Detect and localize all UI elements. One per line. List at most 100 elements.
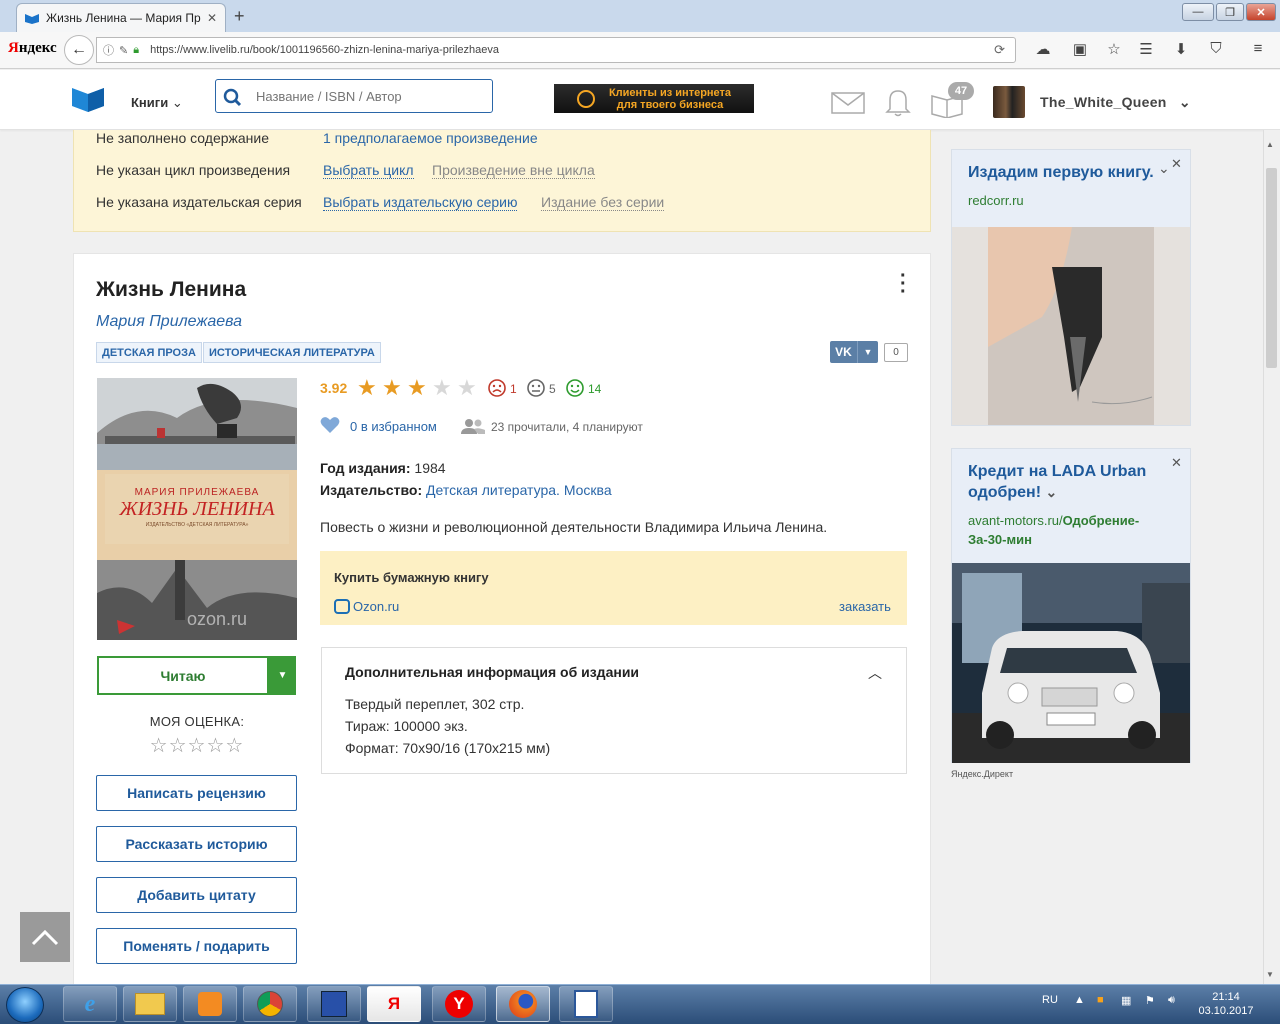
info-icon[interactable]: ⓘ bbox=[103, 42, 114, 58]
scroll-up-icon[interactable]: ▲ bbox=[1266, 140, 1274, 149]
no-series-link[interactable]: Издание без серии bbox=[541, 194, 665, 211]
books-menu[interactable]: Книги ⌄ bbox=[131, 95, 183, 111]
livelib-logo-icon[interactable] bbox=[72, 84, 104, 112]
volume-icon[interactable]: 🔊︎ bbox=[1168, 994, 1175, 1007]
username-menu[interactable]: The_White_Queen ⌄ bbox=[1040, 94, 1191, 111]
negative-review-icon[interactable] bbox=[488, 379, 506, 397]
tray-app-icon[interactable]: ■ bbox=[1097, 994, 1104, 1006]
search-input[interactable] bbox=[256, 88, 476, 104]
yandex-logo[interactable]: Яндекс bbox=[8, 40, 57, 57]
language-indicator[interactable]: RU bbox=[1042, 994, 1058, 1006]
write-review-button[interactable]: Написать рецензию bbox=[96, 775, 297, 811]
reading-status-button[interactable]: Читаю bbox=[97, 656, 269, 695]
taskbar-clock[interactable]: 21:14 03.10.2017 bbox=[1196, 990, 1256, 1018]
scroll-to-top-button[interactable] bbox=[20, 912, 70, 962]
chrome-icon[interactable] bbox=[243, 986, 297, 1022]
ad-domain[interactable]: avant-motors.ru/Одобрение-За-30-мин bbox=[968, 511, 1174, 549]
avatar[interactable] bbox=[993, 86, 1025, 118]
weather-icon[interactable]: ☁ bbox=[1030, 40, 1056, 58]
publisher-link[interactable]: Детская литература. bbox=[426, 482, 560, 498]
neutral-review-icon[interactable] bbox=[527, 379, 545, 397]
reload-icon[interactable]: ⟳ bbox=[994, 42, 1005, 58]
ad-close-icon[interactable]: ✕ bbox=[1171, 455, 1182, 471]
exchange-button[interactable]: Поменять / подарить bbox=[96, 928, 297, 964]
vk-share-button[interactable]: VK ▼ bbox=[830, 341, 878, 363]
tab-close-icon[interactable]: ✕ bbox=[207, 11, 217, 25]
window-close-button[interactable]: ✕ bbox=[1246, 3, 1276, 21]
positive-review-icon[interactable] bbox=[566, 379, 584, 397]
folder-icon bbox=[135, 993, 165, 1015]
favorites-link[interactable]: 0 в избранном bbox=[350, 419, 437, 434]
choose-series-link[interactable]: Выбрать издательскую серию bbox=[323, 194, 518, 211]
lock-icon[interactable]: 🔒︎ bbox=[133, 44, 139, 57]
window-restore-button[interactable]: ❐ bbox=[1216, 3, 1244, 21]
author-link[interactable]: Мария Прилежаева bbox=[96, 313, 242, 331]
bell-icon[interactable] bbox=[881, 87, 915, 117]
genre-tag[interactable]: ДЕТСКАЯ ПРОЗА bbox=[96, 342, 202, 363]
ad-title[interactable]: Кредит на LADA Urban одобрен! ⌄ bbox=[968, 461, 1174, 503]
more-options-icon[interactable]: · · · bbox=[900, 266, 907, 302]
search-box[interactable] bbox=[215, 79, 493, 113]
download-icon[interactable]: ⬇ bbox=[1171, 40, 1191, 58]
notifications-badge[interactable]: 47 bbox=[948, 82, 974, 100]
media-player-icon[interactable] bbox=[183, 986, 237, 1022]
mail-icon[interactable] bbox=[831, 87, 865, 117]
header-ad-banner[interactable]: Клиенты из интернета для твоего бизнеса bbox=[554, 84, 754, 113]
window-minimize-button[interactable]: — bbox=[1182, 3, 1214, 21]
browser-tab[interactable]: Жизнь Ленина — Мария Пр ✕ bbox=[16, 3, 226, 32]
city-link[interactable]: Москва bbox=[564, 482, 612, 498]
ad-title[interactable]: Издадим первую книгу. bbox=[968, 162, 1174, 183]
ozon-link[interactable]: Ozon.ru bbox=[353, 599, 399, 614]
firefox-icon[interactable] bbox=[496, 986, 550, 1022]
url-text[interactable]: https://www.livelib.ru/book/1001196560-z… bbox=[150, 44, 994, 56]
chevron-down-icon[interactable]: ▼ bbox=[858, 341, 878, 363]
menu-icon[interactable]: ≡ bbox=[1248, 40, 1268, 57]
new-tab-button[interactable]: + bbox=[234, 6, 245, 27]
address-bar[interactable]: ⓘ ✎ 🔒︎ https://www.livelib.ru/book/10011… bbox=[96, 37, 1016, 63]
tell-story-button[interactable]: Рассказать историю bbox=[96, 826, 297, 862]
book-cover[interactable]: МАРИЯ ПРИЛЕЖАЕВА ЖИЗНЬ ЛЕНИНА ИЗДАТЕЛЬСТ… bbox=[97, 378, 297, 640]
cover-publisher: ИЗДАТЕЛЬСТВО «ДЕТСКАЯ ЛИТЕРАТУРА» bbox=[146, 522, 249, 528]
pocket-icon[interactable]: ⛉ bbox=[1206, 40, 1226, 57]
chevron-up-icon[interactable]: ︿ bbox=[868, 663, 882, 683]
tray-expand-icon[interactable]: ▲ bbox=[1074, 994, 1085, 1006]
internet-explorer-icon[interactable]: e bbox=[63, 986, 117, 1022]
action-center-icon[interactable]: ⚑ bbox=[1145, 994, 1155, 1007]
add-quote-button[interactable]: Добавить цитату bbox=[96, 877, 297, 913]
suggested-work-link[interactable]: 1 предполагаемое произведение bbox=[323, 130, 538, 146]
save-floppy-icon[interactable] bbox=[307, 986, 361, 1022]
order-link[interactable]: заказать bbox=[839, 599, 891, 614]
edition-info-title[interactable]: Дополнительная информация об издании bbox=[345, 664, 639, 680]
network-icon[interactable]: ▦ bbox=[1121, 994, 1131, 1007]
scroll-down-icon[interactable]: ▼ bbox=[1266, 970, 1274, 979]
no-cycle-link[interactable]: Произведение вне цикла bbox=[432, 162, 595, 179]
scrollbar-thumb[interactable] bbox=[1266, 168, 1277, 368]
back-button[interactable]: ← bbox=[64, 35, 94, 65]
document-app-icon[interactable] bbox=[559, 986, 613, 1022]
file-explorer-icon[interactable] bbox=[123, 986, 177, 1022]
my-score-stars[interactable]: ☆☆☆☆☆ bbox=[97, 733, 297, 758]
banner-line1: Клиенты из интернета bbox=[608, 86, 732, 99]
reading-list-icon[interactable]: ☰ bbox=[1136, 40, 1156, 58]
choose-cycle-link[interactable]: Выбрать цикл bbox=[323, 162, 414, 179]
heart-icon[interactable] bbox=[320, 416, 340, 434]
chevron-down-icon[interactable]: ⌄ bbox=[1158, 160, 1170, 177]
ad-domain[interactable]: redcorr.ru bbox=[968, 193, 1174, 208]
chevron-down-icon[interactable]: ⌄ bbox=[1046, 484, 1058, 500]
permissions-icon[interactable]: ✎ bbox=[119, 44, 128, 57]
readers-count[interactable]: 23 прочитали, 4 планируют bbox=[491, 420, 643, 434]
reading-status-dropdown[interactable]: ▼ bbox=[269, 656, 296, 695]
start-button[interactable] bbox=[6, 987, 44, 1023]
yandex-app-icon[interactable]: Y bbox=[432, 986, 486, 1022]
genre-tag[interactable]: ИСТОРИЧЕСКАЯ ЛИТЕРАТУРА bbox=[203, 342, 381, 363]
yandex-direct-label[interactable]: Яндекс.Директ bbox=[951, 769, 1013, 779]
arrow-left-icon: ← bbox=[71, 41, 87, 58]
yandex-browser-icon[interactable]: Я bbox=[367, 986, 421, 1022]
ad-block-redcorr[interactable]: Издадим первую книгу. redcorr.ru bbox=[951, 149, 1191, 426]
translate-icon[interactable]: ▣ bbox=[1070, 40, 1090, 58]
bookmark-star-icon[interactable]: ☆ bbox=[1104, 40, 1124, 58]
ad-close-icon[interactable]: ✕ bbox=[1171, 156, 1182, 172]
rating-value: 3.92 bbox=[320, 380, 348, 396]
ad-header: Издадим первую книгу. redcorr.ru bbox=[952, 150, 1190, 227]
ad-block-lada[interactable]: Кредит на LADA Urban одобрен! ⌄ avant-mo… bbox=[951, 448, 1191, 763]
